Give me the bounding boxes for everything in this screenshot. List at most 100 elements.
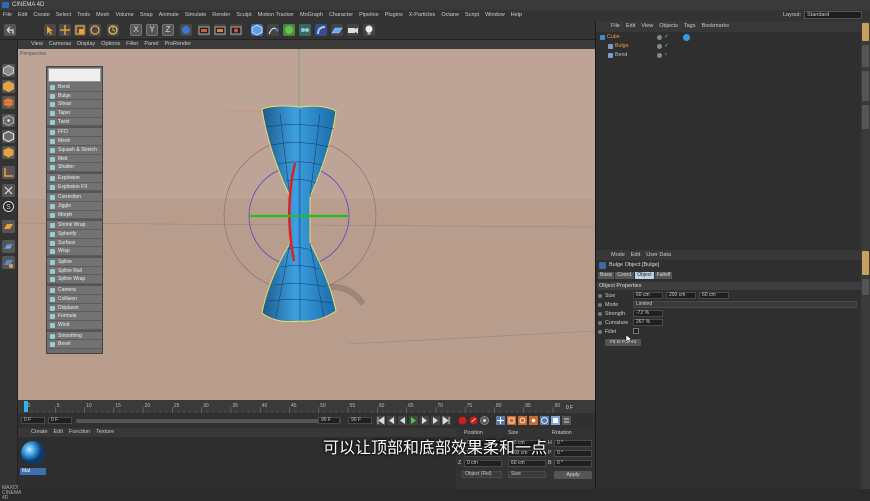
menu-sculpt[interactable]: Sculpt xyxy=(233,10,254,21)
autokeying-icon[interactable] xyxy=(469,416,478,425)
render-view-icon[interactable] xyxy=(198,24,210,36)
workplane-icon[interactable] xyxy=(2,220,15,233)
object-menu-file[interactable]: File xyxy=(608,21,623,32)
undo-icon[interactable] xyxy=(4,24,16,36)
deformer-item-wind[interactable]: Wind xyxy=(47,320,102,330)
deformer-item-ffd[interactable]: FFD xyxy=(47,128,102,138)
menu-select[interactable]: Select xyxy=(53,10,74,21)
deformer-item-morph[interactable]: Morph xyxy=(47,210,102,220)
rotation-track-icon[interactable] xyxy=(518,416,527,425)
object-menu-objects[interactable]: Objects xyxy=(656,21,681,32)
mode-dropdown[interactable]: Limited xyxy=(633,301,857,308)
menu-mograph[interactable]: MoGraph xyxy=(297,10,326,21)
deformer-item-spline-rail[interactable]: Spline Rail xyxy=(47,266,102,276)
polygons-mode-icon[interactable] xyxy=(2,146,15,159)
recent-tool-icon[interactable] xyxy=(107,24,119,36)
menu-simulate[interactable]: Simulate xyxy=(182,10,209,21)
go-to-end-icon[interactable] xyxy=(442,416,451,425)
visibility-dot-icon[interactable] xyxy=(657,52,662,58)
x-axis-lock-button[interactable]: X xyxy=(130,24,142,36)
deformer-item-squash-stretch[interactable]: Squash & Stretch xyxy=(47,145,102,155)
menu-edit[interactable]: Edit xyxy=(15,10,30,21)
deformer-item-bend[interactable]: Bend xyxy=(47,83,102,92)
material-swatch[interactable]: Mat xyxy=(20,440,46,475)
scale-track-icon[interactable] xyxy=(507,416,516,425)
attr-menu-edit[interactable]: Edit xyxy=(628,250,643,260)
previous-key-icon[interactable] xyxy=(387,416,396,425)
fillet-animation-dot[interactable] xyxy=(598,329,602,334)
strength-field[interactable]: -72 % xyxy=(633,310,663,317)
deformer-item-surface[interactable]: Surface xyxy=(47,238,102,248)
y-axis-lock-button[interactable]: Y xyxy=(146,24,158,36)
timeline[interactable]: 0 5 10 15 20 25 30 35 40 45 50 55 60 65 70 75 80 85 90 0 F xyxy=(18,400,595,413)
content-browser-side-tab[interactable] xyxy=(862,71,869,101)
deformer-item-collision[interactable]: Collision xyxy=(47,294,102,304)
deformer-bend-icon[interactable] xyxy=(315,24,327,36)
deformer-item-shatter[interactable]: Shatter xyxy=(47,163,102,172)
viewport-menu-cameras[interactable]: Cameras xyxy=(46,40,74,49)
menu-pipeline[interactable]: Pipeline xyxy=(356,10,382,21)
viewport-menu-options[interactable]: Options xyxy=(98,40,123,49)
menu-volume[interactable]: Volume xyxy=(112,10,136,21)
play-forwards-icon[interactable] xyxy=(409,416,418,425)
min-frame-field[interactable]: 0 F xyxy=(48,417,72,424)
menu-snap[interactable]: Snap xyxy=(137,10,156,21)
play-backwards-icon[interactable] xyxy=(398,416,407,425)
solo-mode-icon[interactable] xyxy=(2,256,15,269)
menu-file[interactable]: File xyxy=(0,10,15,21)
menu-octane[interactable]: Octane xyxy=(438,10,462,21)
pen-spline-icon[interactable] xyxy=(267,24,279,36)
cube-primitive-icon[interactable] xyxy=(251,24,263,36)
deformer-item-bulge[interactable]: Bulge xyxy=(47,91,102,101)
deformer-item-melt[interactable]: Melt xyxy=(47,154,102,164)
rotate-tool-icon[interactable] xyxy=(89,24,101,36)
deformer-item-shrink-wrap[interactable]: Shrink Wrap xyxy=(47,221,102,230)
scale-tool-icon[interactable] xyxy=(74,24,86,36)
attr-menu-user-data[interactable]: User Data xyxy=(643,250,674,260)
size-y-field[interactable]: 200 cm xyxy=(666,292,696,299)
material-menu-edit[interactable]: Edit xyxy=(51,429,66,435)
deformer-item-explosion[interactable]: Explosion xyxy=(47,173,102,183)
z-axis-lock-button[interactable]: Z xyxy=(162,24,174,36)
go-to-start-icon[interactable] xyxy=(376,416,385,425)
object-menu-view[interactable]: View xyxy=(638,21,656,32)
deformer-item-camera[interactable]: Camera xyxy=(47,286,102,295)
coord-position-field[interactable]: 0 cm xyxy=(464,460,502,467)
perspective-viewport[interactable]: Perspective xyxy=(18,49,595,400)
move-tool-icon[interactable] xyxy=(59,24,71,36)
array-generator-icon[interactable] xyxy=(299,24,311,36)
menu-tools[interactable]: Tools xyxy=(74,10,93,21)
viewport-menu-display[interactable]: Display xyxy=(74,40,98,49)
render-picture-viewer-icon[interactable] xyxy=(214,24,226,36)
attr-tab-coord[interactable]: Coord. xyxy=(615,272,635,279)
material-menu-create[interactable]: Create xyxy=(28,429,51,435)
layers-side-tab[interactable] xyxy=(862,279,869,295)
viewport-menu-view[interactable]: View xyxy=(28,40,46,49)
deformer-item-formula[interactable]: Formula xyxy=(47,312,102,321)
size-animation-dot[interactable] xyxy=(598,293,602,298)
record-active-objects-icon[interactable] xyxy=(458,416,467,425)
parameter-track-icon[interactable] xyxy=(529,416,538,425)
fillet-checkbox[interactable] xyxy=(633,328,639,334)
deformer-item-correction[interactable]: Correction xyxy=(47,193,102,202)
coord-size-field[interactable]: 60 cm xyxy=(508,460,546,467)
menu-x-particles[interactable]: X-Particles xyxy=(406,10,439,21)
select-tool-icon[interactable] xyxy=(44,24,56,36)
enabled-check-icon[interactable]: ✓ xyxy=(664,33,669,41)
viewport-menu-panel[interactable]: Panel xyxy=(141,40,161,49)
menu-script[interactable]: Script xyxy=(462,10,482,21)
apply-button[interactable]: Apply xyxy=(554,471,592,479)
next-key-icon[interactable] xyxy=(431,416,440,425)
viewport-menu-prorender[interactable]: ProRender xyxy=(161,40,194,49)
deformer-item-twist[interactable]: Twist xyxy=(47,117,102,127)
attr-menu-mode[interactable]: Mode xyxy=(608,250,628,260)
material-menu-function[interactable]: Function xyxy=(66,429,93,435)
coord-rotation-field[interactable]: 0 ° xyxy=(554,460,592,467)
timeline-playhead[interactable] xyxy=(24,401,28,412)
enable-snap-icon[interactable]: S xyxy=(2,200,15,213)
texture-mode-icon[interactable] xyxy=(2,96,15,109)
viewport-menu-filter[interactable]: Filter xyxy=(123,40,141,49)
attr-tab-object[interactable]: Object xyxy=(635,272,654,279)
size-z-field[interactable]: 60 cm xyxy=(699,292,729,299)
menu-motion-tracker[interactable]: Motion Tracker xyxy=(255,10,297,21)
